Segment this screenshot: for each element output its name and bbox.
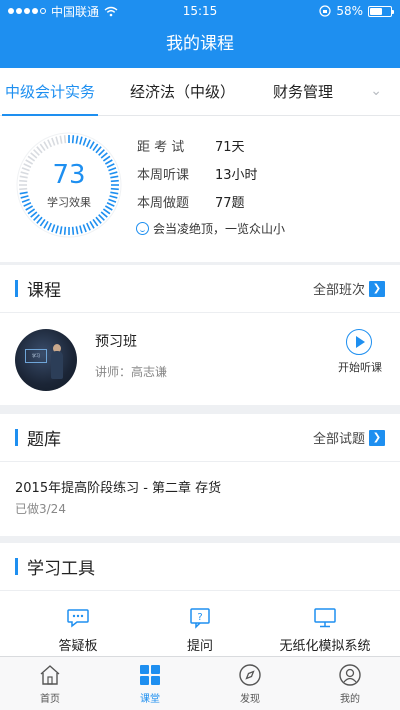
gauge-tick: [95, 216, 102, 224]
tool-qa-board[interactable]: 答疑板: [42, 607, 114, 654]
course-name: 预习班: [95, 334, 137, 350]
tools-section: 学习工具 答疑板 ? 提问 无纸化模拟系统: [0, 543, 400, 663]
top-bar: 中国联通 15:15 58% 我的课程: [0, 0, 400, 68]
gauge-tick: [89, 220, 95, 229]
gauge-tick: [30, 211, 38, 218]
gauge-tick: [71, 226, 75, 235]
gauge-tick: [51, 137, 56, 146]
gauge-tick: [63, 226, 67, 235]
home-icon: [40, 665, 60, 685]
all-questions-link[interactable]: 全部试题 ❯: [313, 428, 385, 447]
gauge-tick: [95, 146, 102, 154]
all-classes-link[interactable]: 全部班次 ❯: [313, 279, 385, 298]
gauge-tick: [63, 135, 67, 144]
gauge-tick: [89, 141, 95, 150]
tool-paperless-exam[interactable]: 无纸化模拟系统: [270, 607, 380, 654]
gauge-tick: [39, 143, 46, 152]
exercise-item[interactable]: 2015年提高阶段练习 - 第二章 存货 已做3/24: [0, 462, 400, 536]
svg-text:?: ?: [197, 612, 202, 623]
gauge-tick: [47, 139, 52, 148]
gauge-tick: [75, 135, 79, 144]
gauge-tick: [30, 152, 38, 159]
gauge-tick: [98, 149, 105, 156]
tool-ask-question[interactable]: ? 提问: [164, 607, 236, 654]
start-listening-button[interactable]: 开始听课: [338, 359, 382, 375]
gauge-tick: [33, 214, 40, 221]
battery-icon: [368, 5, 394, 17]
grid-icon: [140, 665, 160, 685]
tab-mine[interactable]: 我的: [300, 657, 400, 710]
chevron-down-icon[interactable]: ⌄: [370, 83, 382, 99]
gauge-tick: [82, 137, 87, 146]
compass-icon: [239, 664, 261, 686]
course-item[interactable]: 学习 预习班 讲师：高志谦 开始听课: [0, 313, 400, 405]
gauge-tick: [47, 222, 52, 231]
gauge-tick: [92, 218, 99, 227]
tab-discover[interactable]: 发现: [200, 657, 300, 710]
bottom-tab-bar: 首页 课堂 发现 我的: [0, 656, 400, 710]
gauge-tick: [79, 225, 83, 234]
gauge-tick: [59, 226, 63, 235]
stat-exam-countdown: 距 考 试 71天: [137, 140, 245, 155]
chevron-right-icon: ❯: [369, 280, 385, 297]
gauge-tick: [82, 224, 87, 233]
status-bar: 中国联通 15:15 58%: [0, 0, 400, 22]
question-bank-section: 题库 全部试题 ❯ 2015年提高阶段练习 - 第二章 存货 已做3/24: [0, 414, 400, 536]
monitor-icon: [314, 608, 336, 628]
gauge-tick: [43, 220, 49, 229]
chat-bubble-icon: [67, 609, 89, 628]
gauge-tick: [59, 135, 63, 144]
exercise-title: 2015年提高阶段练习 - 第二章 存货: [15, 481, 222, 496]
smile-icon: [136, 222, 149, 235]
gauge-tick: [86, 139, 91, 148]
section-title-question-bank: 题库: [15, 425, 61, 450]
course-thumbnail: 学习: [15, 329, 77, 391]
motto: 会当凌绝顶，一览众山小: [136, 220, 285, 237]
gauge-tick: [39, 218, 46, 227]
course-teacher: 讲师：高志谦: [95, 365, 168, 379]
gauge-tick: [79, 136, 83, 145]
tab-financial-management[interactable]: 财务管理: [273, 68, 333, 116]
profile-icon: [339, 664, 361, 686]
study-score: 73: [52, 160, 86, 190]
tab-classroom[interactable]: 课堂: [100, 657, 200, 710]
stat-weekly-listening: 本周听课 13小时: [137, 168, 258, 183]
gauge-tick: [51, 224, 56, 233]
tab-economic-law[interactable]: 经济法（中级）: [130, 68, 235, 116]
section-title-courses: 课程: [15, 276, 61, 301]
tab-home[interactable]: 首页: [0, 657, 100, 710]
section-title-tools: 学习工具: [15, 554, 95, 579]
gauge-tick: [71, 135, 75, 144]
gauge-tick: [33, 149, 40, 156]
course-section: 课程 全部班次 ❯ 学习 预习班 讲师：高志谦 开始听课: [0, 265, 400, 405]
gauge-tick: [55, 136, 59, 145]
page-title: 我的课程: [166, 34, 234, 54]
gauge-tick: [86, 222, 91, 231]
subject-tabs: 中级会计实务 经济法（中级） 财务管理 ⌄: [0, 68, 400, 116]
chevron-right-icon: ❯: [369, 429, 385, 446]
gauge-tick: [75, 226, 79, 235]
tab-intermediate-accounting[interactable]: 中级会计实务: [2, 68, 98, 116]
gauge-tick: [100, 211, 108, 218]
question-icon: ?: [190, 608, 210, 629]
gauge-tick: [92, 143, 99, 152]
gauge-tick: [98, 214, 105, 221]
study-score-label: 学习效果: [47, 196, 91, 209]
gauge-tick: [100, 152, 108, 159]
gauge-tick: [55, 225, 59, 234]
gauge-tick: [43, 141, 49, 150]
stat-weekly-questions: 本周做题 77题: [137, 196, 245, 211]
gauge-tick: [36, 146, 43, 154]
play-icon[interactable]: [346, 329, 372, 355]
study-stats-card: 73 学习效果 距 考 试 71天 本周听课 13小时 本周做题 77题 会当凌…: [0, 116, 400, 262]
status-time: 15:15: [182, 4, 218, 18]
exercise-progress: 已做3/24: [15, 502, 66, 516]
gauge-tick: [36, 216, 43, 224]
